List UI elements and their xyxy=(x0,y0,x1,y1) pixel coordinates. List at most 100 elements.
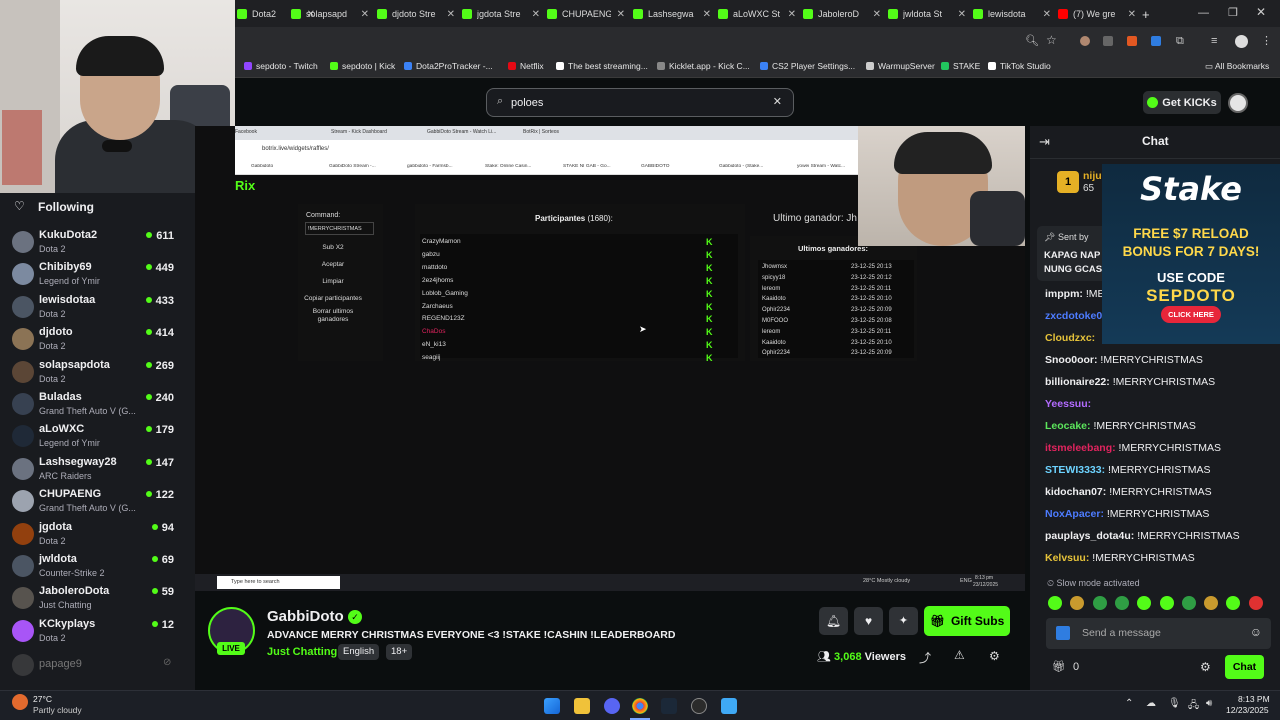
windows-start-icon[interactable] xyxy=(544,698,560,714)
gift-subs-button[interactable]: 🎁︎ Gift Subs xyxy=(924,606,1010,636)
extension-icon[interactable] xyxy=(1127,36,1137,46)
sidebar-channel[interactable]: KukuDota2 Dota 2 611 xyxy=(12,227,182,259)
close-tab-icon[interactable]: ✕ xyxy=(361,9,369,20)
sidebar-channel[interactable]: Lashsegway28 ARC Raiders 147 xyxy=(12,454,182,486)
close-tab-icon[interactable]: ✕ xyxy=(1043,9,1051,20)
stake-ad-banner[interactable]: Stake FREE $7 RELOAD BONUS FOR 7 DAYS! U… xyxy=(1102,164,1280,344)
extensions-puzzle-icon[interactable]: ⧉ xyxy=(1176,35,1184,48)
browser-tab[interactable]: aLoWXC St ✕ xyxy=(718,3,796,25)
bookmark-star-icon[interactable]: ☆ xyxy=(1046,33,1057,47)
browser-tab[interactable]: JaboleroD ✕ xyxy=(803,3,881,25)
close-tab-icon[interactable]: ✕ xyxy=(532,9,540,20)
get-kicks-button[interactable]: Get KICKs xyxy=(1143,91,1221,114)
chat-username[interactable]: imppm xyxy=(1045,288,1079,300)
browser-tab[interactable]: CHUPAENG ✕ xyxy=(547,3,625,25)
chrome-icon[interactable] xyxy=(632,698,648,714)
restore-icon[interactable]: ❐ xyxy=(1228,6,1238,19)
more-options-icon[interactable]: ⚙ xyxy=(989,649,1000,663)
quick-emote-icon[interactable] xyxy=(1248,596,1263,610)
chat-username[interactable]: kidochan07 xyxy=(1045,486,1103,498)
browser-tab[interactable]: lewisdota ✕ xyxy=(973,3,1051,25)
browser-tab[interactable]: jwldota St ✕ xyxy=(888,3,966,25)
browser-tab[interactable]: djdoto Stre ✕ xyxy=(377,3,455,25)
chat-username[interactable]: Leocake xyxy=(1045,420,1087,432)
sidebar-channel[interactable]: JaboleroDota Just Chatting 59 xyxy=(12,583,182,615)
sidebar-channel[interactable]: djdoto Dota 2 414 xyxy=(12,324,182,356)
extension-icon[interactable] xyxy=(1103,36,1113,46)
sidebar-channel[interactable]: KCkyplays Dota 2 12 xyxy=(12,616,182,648)
browser-tab[interactable]: solapsapd ✕ xyxy=(291,3,369,25)
stream-category[interactable]: Just Chatting xyxy=(267,646,337,658)
collapse-chat-icon[interactable]: ⇥ xyxy=(1039,134,1050,150)
chat-username[interactable]: zxcdotoke0 xyxy=(1045,310,1102,322)
media-icon[interactable]: ≡ xyxy=(1211,35,1217,47)
browser-tab[interactable]: Lashsegwa ✕ xyxy=(633,3,711,25)
notepad-icon[interactable] xyxy=(721,698,737,714)
chat-settings-icon[interactable]: ⚙ xyxy=(1200,660,1211,674)
discord-icon[interactable] xyxy=(604,698,620,714)
quick-emote-icon[interactable] xyxy=(1226,596,1241,610)
bookmark-item[interactable]: sepdoto - Twitch xyxy=(244,61,318,71)
sidebar-channel[interactable]: Chibiby69 Legend of Ymir 449 xyxy=(12,259,182,291)
emoji-icon[interactable]: ☺ xyxy=(1250,625,1262,639)
bookmark-item[interactable]: sepdoto | Kick xyxy=(330,61,395,71)
quick-emote-icon[interactable] xyxy=(1181,596,1196,610)
chat-username[interactable]: NoxApacer xyxy=(1045,508,1100,520)
sidebar-channel[interactable]: solapsapdota Dota 2 269 xyxy=(12,357,182,389)
chat-username[interactable]: Snoo0oor xyxy=(1045,354,1094,366)
sidebar-channel[interactable]: aLoWXC Legend of Ymir 179 xyxy=(12,421,182,453)
bookmark-item[interactable]: TikTok Studio xyxy=(988,61,1051,71)
channel-avatar[interactable] xyxy=(12,654,34,676)
chat-username[interactable]: billionaire22 xyxy=(1045,376,1106,388)
report-icon[interactable]: ⚠ xyxy=(954,648,965,662)
sparkle-icon[interactable]: ✦ xyxy=(889,607,918,635)
tag-18plus[interactable]: 18+ xyxy=(386,644,413,660)
chat-username[interactable]: pauplays_dota4u xyxy=(1045,530,1131,542)
quick-emote-icon[interactable] xyxy=(1048,596,1062,610)
quick-emote-icon[interactable] xyxy=(1137,596,1152,610)
tray-chevron-icon[interactable]: ⌃ xyxy=(1125,698,1133,709)
close-tab-icon[interactable]: ✕ xyxy=(873,9,881,20)
stake-emote-icon[interactable] xyxy=(1056,626,1070,640)
sidebar-channel[interactable]: Buladas Grand Theft Auto V (G... 240 xyxy=(12,389,182,421)
close-tab-icon[interactable]: ✕ xyxy=(1128,9,1136,20)
minimize-icon[interactable]: — xyxy=(1198,7,1209,19)
bookmark-item[interactable]: Kicklet.app - Kick C... xyxy=(657,61,750,71)
close-tab-icon[interactable]: ✕ xyxy=(958,9,966,20)
share-icon[interactable]: ⤴ xyxy=(919,649,931,666)
send-chat-button[interactable]: Chat xyxy=(1225,655,1264,679)
bookmark-item[interactable]: WarmupServer xyxy=(866,61,935,71)
bookmark-item[interactable]: Dota2ProTracker -... xyxy=(404,61,493,71)
quick-emote-icon[interactable] xyxy=(1070,596,1085,610)
tag-english[interactable]: English xyxy=(338,644,380,660)
chat-username[interactable]: Kelvsuu xyxy=(1045,552,1086,564)
new-tab-button[interactable]: + xyxy=(1142,7,1150,22)
menu-kebab-icon[interactable]: ⋮ xyxy=(1261,34,1272,47)
search-input[interactable]: ⌕ poloes ✕ xyxy=(486,88,794,117)
sidebar-channel[interactable]: CHUPAENG Grand Theft Auto V (G... 122 xyxy=(12,486,182,518)
close-window-icon[interactable]: ✕ xyxy=(1256,5,1266,19)
offline-channel-name[interactable]: papage9 xyxy=(39,658,82,670)
volume-icon[interactable]: 🔊︎ xyxy=(1206,698,1212,709)
bookmark-item[interactable]: STAKE xyxy=(941,61,980,71)
user-avatar[interactable] xyxy=(1228,93,1248,113)
chat-username[interactable]: Cloudzxc xyxy=(1045,332,1092,344)
chat-username[interactable]: itsmeleebang xyxy=(1045,442,1112,454)
chat-username[interactable]: STEWI3333 xyxy=(1045,464,1102,476)
bookmark-item[interactable]: The best streaming... xyxy=(556,61,648,71)
extension-icon[interactable] xyxy=(1151,36,1161,46)
follow-heart-icon[interactable]: ♥ xyxy=(854,607,883,635)
video-player[interactable]: Facebook Stream - Kick Dashboard GabbiDoto… xyxy=(195,126,1025,591)
ad-cta-button[interactable]: CLICK HERE xyxy=(1161,306,1221,323)
close-tab-icon[interactable]: ✕ xyxy=(703,9,711,20)
obs-icon[interactable] xyxy=(691,698,707,714)
sidebar-channel[interactable]: lewisdotaa Dota 2 433 xyxy=(12,292,182,324)
quick-emote-icon[interactable] xyxy=(1092,596,1107,610)
browser-tab[interactable]: jgdota Stre ✕ xyxy=(462,3,540,25)
close-tab-icon[interactable]: ✕ xyxy=(447,9,455,20)
zoom-icon[interactable]: 🔍︎ xyxy=(1025,34,1039,47)
tray-app-icon[interactable]: ☁ xyxy=(1146,698,1156,709)
streamer-name[interactable]: GabbiDoto xyxy=(267,608,344,625)
steam-icon[interactable] xyxy=(661,698,677,714)
quick-emote-icon[interactable] xyxy=(1204,596,1219,610)
